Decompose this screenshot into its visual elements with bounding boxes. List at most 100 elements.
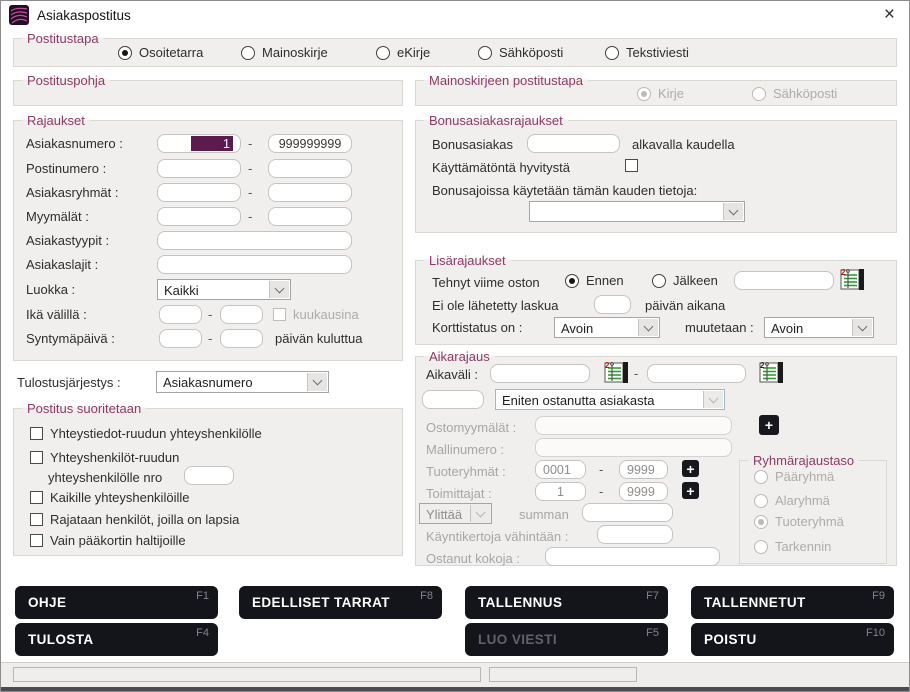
radio-label: Osoitetarra bbox=[139, 45, 203, 60]
postinumero-to-input[interactable] bbox=[268, 159, 352, 178]
asiakaslajit-label: Asiakaslajit : bbox=[26, 257, 98, 272]
top-count-input[interactable] bbox=[422, 390, 484, 409]
bonusasiakas-label: Bonusasiakas bbox=[432, 137, 513, 152]
tehnyt-viime-oston-label: Tehnyt viime oston bbox=[432, 275, 540, 290]
button-label: LUO VIESTI bbox=[478, 632, 557, 647]
button-label: TALLENNUS bbox=[478, 595, 562, 610]
myymalat-to-input[interactable] bbox=[268, 207, 352, 226]
group-postitus-suoritetaan: Postitus suoritetaan Yhteystiedot-ruudun… bbox=[13, 408, 403, 556]
radio-sahkoposti[interactable]: Sähköposti bbox=[478, 45, 563, 60]
ohje-button[interactable]: OHJE F1 bbox=[15, 586, 218, 619]
yhteyshenkilolle-nro-input[interactable] bbox=[184, 466, 234, 485]
toimittajat-label: Toimittajat : bbox=[426, 486, 492, 501]
radio-label: Pääryhmä bbox=[775, 469, 834, 484]
summan-input[interactable] bbox=[582, 503, 673, 522]
syntymapaiva-to-input[interactable] bbox=[220, 329, 263, 348]
selected-text: 1 bbox=[191, 136, 233, 151]
close-button[interactable]: × bbox=[884, 3, 895, 27]
radio-dot-icon bbox=[754, 515, 768, 529]
tallennetut-button[interactable]: TALLENNETUT F9 bbox=[691, 586, 894, 619]
asiakasnumero-from-input[interactable]: 1 bbox=[157, 134, 241, 153]
add-toimittajat-button[interactable]: + bbox=[682, 482, 699, 499]
add-tuoteryhmat-button[interactable]: + bbox=[682, 460, 699, 477]
radio-dot-icon bbox=[754, 470, 768, 484]
calendar-icon[interactable]: 2 bbox=[840, 267, 866, 291]
bonusajoissa-select[interactable] bbox=[529, 201, 745, 222]
kayntikertoja-input[interactable] bbox=[597, 525, 673, 544]
ei-laskua-input[interactable] bbox=[594, 295, 631, 314]
bonusasiakas-input[interactable] bbox=[527, 134, 620, 153]
calendar-icon[interactable]: 2 bbox=[604, 360, 630, 384]
korttistatus-value: Avoin bbox=[561, 321, 593, 336]
radio-paaryhma: Pääryhmä bbox=[754, 469, 834, 484]
radio-tekstiviesti[interactable]: Tekstiviesti bbox=[605, 45, 689, 60]
status-panel-right bbox=[489, 667, 637, 682]
tuoteryhmat-from-input[interactable] bbox=[535, 460, 586, 479]
ostanut-kokoja-input[interactable] bbox=[545, 547, 720, 566]
toimittajat-to-input[interactable] bbox=[619, 482, 668, 501]
chevron-down-icon bbox=[852, 319, 872, 336]
korttistatus-select[interactable]: Avoin bbox=[554, 317, 660, 338]
radio-label: Ennen bbox=[586, 273, 624, 288]
bonusajoissa-label: Bonusajoissa käytetään tämän kauden tiet… bbox=[432, 183, 697, 198]
calendar-icon[interactable]: 2 bbox=[759, 360, 785, 384]
mallinumero-input bbox=[535, 438, 732, 457]
asiakasryhmat-to-input[interactable] bbox=[268, 183, 352, 202]
luokka-value: Kaikki bbox=[164, 283, 199, 298]
asiakaslajit-input[interactable] bbox=[157, 255, 352, 274]
poistu-button[interactable]: POISTU F10 bbox=[691, 623, 894, 656]
edelliset-tarrat-button[interactable]: EDELLISET TARRAT F8 bbox=[239, 586, 442, 619]
tulostusjarjestys-select[interactable]: Asiakasnumero bbox=[156, 371, 329, 393]
aikavali-from-input[interactable] bbox=[490, 364, 590, 383]
ostomyymalat-input bbox=[535, 416, 732, 435]
tuoteryhmat-label: Tuoteryhmät : bbox=[426, 464, 506, 479]
checkbox-label: kuukausina bbox=[293, 307, 359, 322]
checkbox-yhteystiedot[interactable]: Yhteystiedot-ruudun yhteyshenkilölle bbox=[30, 426, 262, 441]
ika-to-input[interactable] bbox=[220, 305, 263, 324]
tuoteryhmat-to-input[interactable] bbox=[619, 460, 668, 479]
status-panel-left bbox=[13, 667, 481, 682]
button-fkey: F9 bbox=[872, 590, 885, 602]
tehnyt-viime-oston-date-input[interactable] bbox=[734, 271, 834, 290]
radio-dot-icon bbox=[605, 46, 619, 60]
eniten-ostanutta-value: Eniten ostanutta asiakasta bbox=[502, 393, 655, 408]
tallennus-button[interactable]: TALLENNUS F7 bbox=[465, 586, 668, 619]
chevron-down-icon bbox=[638, 319, 658, 336]
checkbox-icon bbox=[30, 427, 43, 440]
asiakasnumero-to-input[interactable] bbox=[268, 134, 352, 153]
muutetaan-select[interactable]: Avoin bbox=[764, 317, 874, 338]
button-label: OHJE bbox=[28, 595, 66, 610]
tulosta-button[interactable]: TULOSTA F4 bbox=[15, 623, 218, 656]
chevron-down-icon bbox=[269, 281, 289, 298]
asiakasryhmat-from-input[interactable] bbox=[157, 183, 241, 202]
aikavali-to-input[interactable] bbox=[647, 364, 746, 383]
checkbox-kaikille[interactable]: Kaikille yhteyshenkilöille bbox=[30, 490, 189, 505]
radio-label: Tuoteryhmä bbox=[775, 514, 844, 529]
toimittajat-from-input[interactable] bbox=[535, 482, 586, 501]
kayttamatonta-checkbox[interactable] bbox=[625, 159, 638, 172]
syntymapaiva-from-input[interactable] bbox=[159, 329, 202, 348]
checkbox-paakortin-haltijoille[interactable]: Vain pääkortin haltijoille bbox=[30, 533, 186, 548]
korttistatus-label: Korttistatus on : bbox=[432, 320, 522, 335]
ei-laskua-label: Ei ole lähetetty laskua bbox=[432, 298, 558, 313]
asiakastyypit-input[interactable] bbox=[157, 231, 352, 250]
muutetaan-value: Avoin bbox=[771, 321, 803, 336]
range-dash: - bbox=[248, 209, 252, 224]
luokka-select[interactable]: Kaikki bbox=[157, 279, 291, 300]
range-dash: - bbox=[208, 331, 212, 346]
radio-ekirje[interactable]: eKirje bbox=[376, 45, 430, 60]
button-fkey: F5 bbox=[646, 627, 659, 639]
radio-dot-icon bbox=[652, 274, 666, 288]
radio-ennen[interactable]: Ennen bbox=[565, 273, 624, 288]
eniten-ostanutta-select[interactable]: Eniten ostanutta asiakasta bbox=[495, 389, 725, 410]
radio-jalkeen[interactable]: Jälkeen bbox=[652, 273, 718, 288]
kayntikertoja-label: Käyntikertoja vähintään : bbox=[426, 529, 568, 544]
ika-from-input[interactable] bbox=[159, 305, 202, 324]
checkbox-rajataan-lapsia[interactable]: Rajataan henkilöt, joilla on lapsia bbox=[30, 512, 239, 527]
postinumero-from-input[interactable] bbox=[157, 159, 241, 178]
myymalat-from-input[interactable] bbox=[157, 207, 241, 226]
checkbox-yhteyshenkilot[interactable]: Yhteyshenkilöt-ruudun bbox=[30, 450, 179, 465]
radio-mainoskirje[interactable]: Mainoskirje bbox=[241, 45, 328, 60]
radio-osoitetarra[interactable]: Osoitetarra bbox=[118, 45, 203, 60]
add-ostomyymalat-button[interactable]: + bbox=[759, 415, 779, 435]
